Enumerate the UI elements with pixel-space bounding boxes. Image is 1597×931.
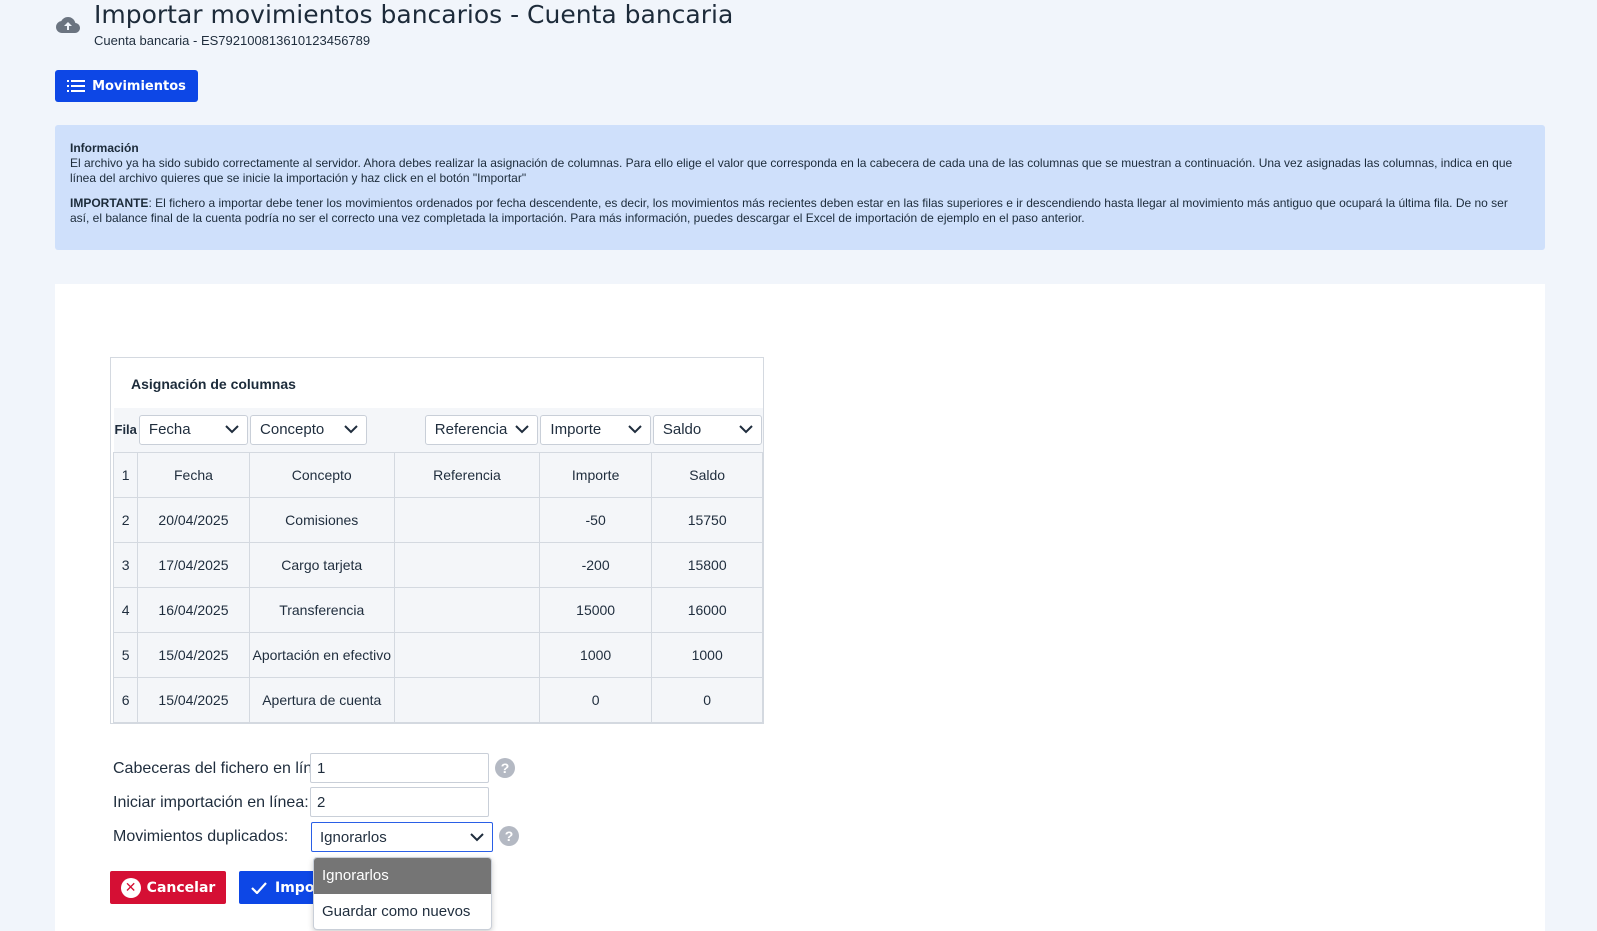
table-cell: Aportación en efectivo — [248, 631, 395, 678]
page-subtitle: Cuenta bancaria - ES7921008136101234567​… — [94, 33, 371, 48]
table-cell: 20/04/2025 — [137, 496, 250, 543]
table-cell: 16000 — [651, 586, 763, 633]
header-line-label: Cabeceras del fichero en línea: — [113, 760, 335, 777]
cloud-upload-icon — [56, 17, 80, 33]
table-cell: 15800 — [651, 541, 763, 588]
chevron-down-icon — [470, 832, 484, 841]
chevron-down-icon — [738, 425, 753, 434]
table-row: 3 17/04/2025 Cargo tarjeta -200 15800 — [112, 541, 763, 588]
list-icon — [67, 80, 86, 92]
column-mapping-table: Fila Fecha Concepto Referencia Importe S… — [112, 408, 763, 723]
info-title: Información — [70, 141, 139, 155]
table-row: 4 16/04/2025 Transferencia 15000 16000 — [112, 586, 763, 633]
start-line-label: Iniciar importación en línea: — [113, 794, 309, 811]
table-cell — [393, 496, 540, 543]
table-cell: 15000 — [538, 586, 653, 633]
table-cell: 0 — [538, 676, 653, 723]
cancel-button-label: Cancelar — [146, 879, 216, 896]
chevron-down-icon — [515, 425, 530, 434]
row-number-cell: 5 — [112, 631, 139, 678]
table-cell: Importe — [538, 451, 653, 498]
column-mapping-panel: Asignación de columnas Fila Fecha Concep… — [110, 357, 764, 724]
dropdown-option[interactable]: Ignorarlos — [314, 858, 491, 894]
important-label: IMPORTANTE — [70, 196, 149, 210]
column-select-4[interactable]: Importe — [540, 414, 651, 445]
row-number-cell: 2 — [112, 496, 139, 543]
movements-button[interactable]: Movimientos — [55, 70, 198, 102]
row-number-cell: 1 — [112, 451, 139, 498]
duplicates-select[interactable]: Ignorarlos — [311, 822, 493, 852]
duplicates-dropdown: Ignorarlos Guardar como nuevos — [313, 857, 492, 930]
page-title: Importar movimientos bancarios - Cuenta … — [94, 0, 734, 29]
important-text: : El fichero a importar debe tener los m… — [70, 196, 1508, 225]
info-alert: Información El archivo ya ha sido subido… — [55, 125, 1545, 250]
table-cell: Fecha — [137, 451, 250, 498]
table-cell: -200 — [538, 541, 653, 588]
table-cell: 1000 — [651, 631, 763, 678]
help-icon[interactable]: ? — [495, 758, 515, 778]
table-row: 6 15/04/2025 Apertura de cuenta 0 0 — [112, 676, 763, 723]
table-row: 2 20/04/2025 Comisiones -50 15750 — [112, 496, 763, 543]
table-cell: Concepto — [248, 451, 395, 498]
table-cell: -50 — [538, 496, 653, 543]
duplicates-label: Movimientos duplicados: — [113, 828, 289, 845]
table-cell: Cargo tarjeta — [248, 541, 395, 588]
table-cell — [393, 586, 540, 633]
movements-button-label: Movimientos — [92, 78, 186, 94]
column-select-1[interactable]: Fecha — [138, 414, 249, 445]
table-cell: 16/04/2025 — [137, 586, 250, 633]
table-cell: 15/04/2025 — [137, 676, 250, 723]
table-cell: Saldo — [651, 451, 763, 498]
table-cell: 15750 — [651, 496, 763, 543]
table-cell: Apertura de cuenta — [248, 676, 395, 723]
info-important-text: IMPORTANTE: El fichero a importar debe t… — [70, 196, 1530, 226]
start-line-input[interactable] — [310, 787, 489, 817]
row-number-cell: 3 — [112, 541, 139, 588]
chevron-down-icon — [344, 425, 358, 434]
help-icon[interactable]: ? — [499, 826, 519, 846]
row-number-cell: 6 — [112, 676, 139, 723]
column-select-5[interactable]: Saldo — [652, 414, 762, 445]
table-cell — [393, 541, 540, 588]
info-text: El archivo ya ha sido subido correctamen… — [70, 156, 1513, 185]
header-line-input[interactable] — [310, 753, 489, 783]
chevron-down-icon — [225, 425, 239, 434]
table-row: 1 Fecha Concepto Referencia Importe Saldo — [112, 451, 763, 498]
page-header: Importar movimientos bancarios - Cuenta … — [56, 0, 733, 48]
table-cell: Referencia — [393, 451, 540, 498]
column-select-3[interactable]: Referencia — [424, 414, 539, 445]
table-cell: 0 — [651, 676, 763, 723]
cancel-button[interactable]: ✕ Cancelar — [110, 871, 226, 904]
dropdown-option[interactable]: Guardar como nuevos — [314, 894, 491, 929]
chevron-down-icon — [628, 425, 642, 434]
close-icon: ✕ — [120, 877, 141, 898]
check-icon — [251, 881, 267, 894]
table-row: 5 15/04/2025 Aportación en efectivo 1000 100… — [112, 631, 763, 678]
column-select-row: Fila Fecha Concepto Referencia Importe S… — [113, 408, 763, 452]
table-cell: 15/04/2025 — [137, 631, 250, 678]
table-cell — [393, 676, 540, 723]
table-cell: 17/04/2025 — [137, 541, 250, 588]
table-cell: Transferencia — [248, 586, 395, 633]
table-cell: 1000 — [538, 631, 653, 678]
table-cell: Comisiones — [248, 496, 395, 543]
row-header-label: Fila — [113, 408, 138, 452]
table-cell — [393, 631, 540, 678]
column-mapping-title: Asignación de columnas — [131, 376, 296, 392]
column-select-2[interactable]: Concepto — [250, 414, 368, 445]
row-number-cell: 4 — [112, 586, 139, 633]
